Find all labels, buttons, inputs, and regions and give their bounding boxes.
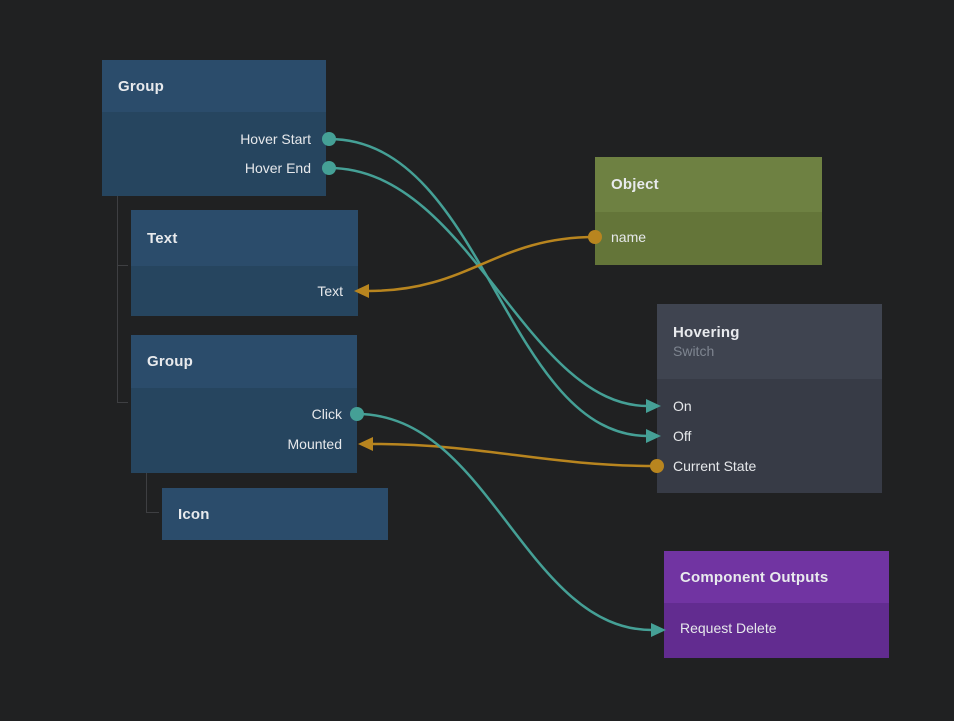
port-text[interactable]: Text bbox=[131, 277, 358, 305]
port-hover-end[interactable]: Hover End bbox=[102, 154, 326, 182]
port-on[interactable]: On bbox=[657, 392, 882, 420]
node-text-1-body: Text bbox=[131, 266, 358, 316]
edge-click-to-request-delete[interactable] bbox=[357, 414, 652, 630]
node-component-outputs-header: Component Outputs bbox=[664, 551, 889, 603]
tree-line-vertical-group2 bbox=[146, 473, 147, 513]
node-text-1[interactable]: Text Text bbox=[131, 210, 358, 316]
edge-name-to-text[interactable] bbox=[368, 237, 595, 291]
node-group-1[interactable]: Group Hover Start Hover End bbox=[102, 60, 326, 196]
node-title: Text bbox=[147, 230, 342, 247]
edge-current-state-to-mounted[interactable] bbox=[372, 444, 657, 466]
tree-line-tick-icon bbox=[146, 512, 159, 513]
tree-line-vertical-group1 bbox=[117, 196, 118, 403]
node-object-1[interactable]: Object name bbox=[595, 157, 822, 265]
node-editor-canvas[interactable]: Group Hover Start Hover End Text Text Gr… bbox=[0, 0, 954, 721]
port-mounted[interactable]: Mounted bbox=[131, 430, 357, 458]
tree-line-tick-group2 bbox=[117, 402, 128, 403]
port-off[interactable]: Off bbox=[657, 422, 882, 450]
node-subtitle: Switch bbox=[673, 343, 866, 359]
port-name[interactable]: name bbox=[595, 223, 822, 251]
node-hovering-1-header: Hovering Switch bbox=[657, 304, 882, 379]
port-hover-start[interactable]: Hover Start bbox=[102, 125, 326, 153]
node-title: Object bbox=[611, 176, 806, 193]
node-group-2[interactable]: Group Click Mounted bbox=[131, 335, 357, 473]
node-group-2-header: Group bbox=[131, 335, 357, 388]
tree-line-tick-text bbox=[117, 265, 128, 266]
port-request-delete[interactable]: Request Delete bbox=[664, 614, 889, 642]
node-title: Component Outputs bbox=[680, 569, 873, 586]
node-hovering-1[interactable]: Hovering Switch On Off Current State bbox=[657, 304, 882, 493]
node-icon-1[interactable]: Icon bbox=[162, 488, 388, 540]
node-component-outputs[interactable]: Component Outputs Request Delete bbox=[664, 551, 889, 658]
node-group-2-body: Click Mounted bbox=[131, 388, 357, 473]
node-icon-1-header: Icon bbox=[162, 488, 388, 540]
node-title: Group bbox=[118, 78, 310, 95]
node-title: Group bbox=[147, 353, 341, 370]
port-click[interactable]: Click bbox=[131, 400, 357, 428]
node-group-1-body: Hover Start Hover End bbox=[102, 112, 326, 196]
node-component-outputs-body: Request Delete bbox=[664, 603, 889, 658]
node-object-1-body: name bbox=[595, 212, 822, 265]
node-text-1-header: Text bbox=[131, 210, 358, 266]
node-title: Icon bbox=[178, 506, 372, 523]
edge-arrowhead-mounted bbox=[358, 437, 373, 451]
node-object-1-header: Object bbox=[595, 157, 822, 212]
node-group-1-header: Group bbox=[102, 60, 326, 112]
port-current-state[interactable]: Current State bbox=[657, 452, 882, 480]
node-hovering-1-body: On Off Current State bbox=[657, 379, 882, 493]
node-title: Hovering bbox=[673, 324, 866, 341]
